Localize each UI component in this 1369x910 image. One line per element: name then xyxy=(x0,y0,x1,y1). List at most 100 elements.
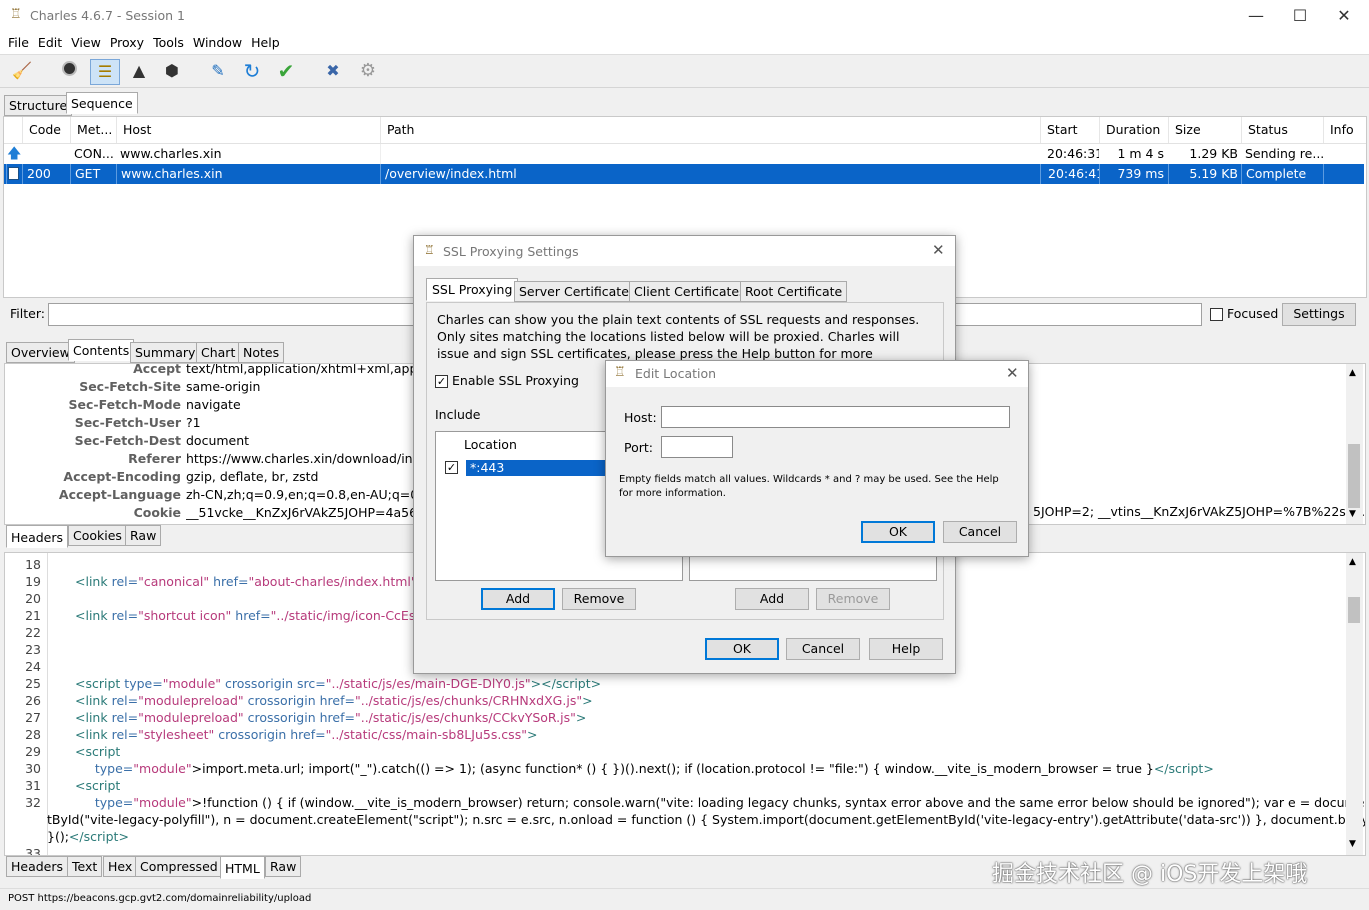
column-path[interactable]: Path xyxy=(380,117,1040,143)
upload-arrow-icon: 🡅 xyxy=(7,146,22,162)
scroll-up-icon[interactable]: ▲ xyxy=(1349,557,1356,567)
tab-response-text[interactable]: Text xyxy=(67,856,103,877)
menu-proxy[interactable]: Proxy xyxy=(106,32,149,50)
tab-response-html[interactable]: HTML xyxy=(220,856,265,879)
list-item[interactable]: Sec-Fetch-User ?1 xyxy=(5,414,415,432)
column-code[interactable]: Code xyxy=(22,117,70,143)
header-key: Accept xyxy=(133,363,181,376)
focused-label: Focused xyxy=(1227,306,1279,321)
code-line: 31 <script xyxy=(11,777,1341,794)
focused-checkbox[interactable] xyxy=(1210,308,1223,321)
record-icon[interactable] xyxy=(57,59,81,83)
list-item[interactable]: Accept text/html,application/xhtml+xml,ap… xyxy=(5,363,415,378)
exclude-remove-button[interactable]: Remove xyxy=(816,588,890,610)
column-info[interactable]: Info xyxy=(1323,117,1366,143)
exclude-add-button[interactable]: Add xyxy=(735,588,809,610)
edit-location-dialog: ♖ Edit Location ✕ Host: Port: Empty fiel… xyxy=(605,360,1029,557)
column-status[interactable]: Status xyxy=(1241,117,1323,143)
location-column-header[interactable]: Location xyxy=(464,437,517,452)
enable-ssl-checkbox[interactable]: ✓ xyxy=(435,375,448,388)
stop-icon[interactable]: ⬢ xyxy=(160,59,184,83)
turtle-icon[interactable]: ▲ xyxy=(127,59,151,83)
header-value: zh-CN,zh;q=0.9,en;q=0.8,en-AU;q=0.7,e xyxy=(186,487,414,502)
include-remove-button[interactable]: Remove xyxy=(562,588,636,610)
include-label: Include xyxy=(435,407,481,422)
menu-view[interactable]: View xyxy=(67,32,106,50)
tab-response-headers[interactable]: Headers xyxy=(6,856,69,877)
port-label: Port: xyxy=(624,440,653,455)
maximize-icon[interactable]: ☐ xyxy=(1277,4,1323,28)
tab-notes[interactable]: Notes xyxy=(238,342,285,363)
ssl-description: Charles can show you the plain text cont… xyxy=(437,312,920,361)
menu-help[interactable]: Help xyxy=(247,32,285,50)
code-line: 29 <script xyxy=(11,743,1341,760)
headers-scrollbar[interactable]: ▲ ▼ xyxy=(1346,364,1363,524)
ssl-ok-button[interactable]: OK xyxy=(705,638,779,660)
ssl-cancel-button[interactable]: Cancel xyxy=(786,638,860,660)
list-item[interactable]: Cookie __51vcke__KnZxJ6rVAkZ5JOHP=4a56498 xyxy=(5,504,415,522)
column-size[interactable]: Size xyxy=(1168,117,1241,143)
tab-overview[interactable]: Overview xyxy=(6,342,75,363)
scroll-down-icon[interactable]: ▼ xyxy=(1349,509,1356,519)
close-icon[interactable]: ✕ xyxy=(1321,4,1367,28)
list-item[interactable]: Referer https://www.charles.xin/download/… xyxy=(5,450,415,468)
list-item[interactable]: Accept-Encoding gzip, deflate, br, zstd xyxy=(5,468,415,486)
refresh-icon[interactable]: ↻ xyxy=(240,59,264,83)
column-duration[interactable]: Duration xyxy=(1099,117,1168,143)
tab-contents[interactable]: Contents xyxy=(68,339,135,361)
edit-cancel-button[interactable]: Cancel xyxy=(943,521,1017,543)
check-icon[interactable]: ✔ xyxy=(274,59,298,83)
filter-label: Filter: xyxy=(10,306,45,321)
tab-request-raw[interactable]: Raw xyxy=(125,525,162,546)
line-number: 24 xyxy=(25,659,41,674)
tab-request-headers[interactable]: Headers xyxy=(6,525,69,548)
list-item[interactable]: Sec-Fetch-Mode navigate xyxy=(5,396,415,414)
host-input[interactable] xyxy=(661,406,1010,428)
tab-chart[interactable]: Chart xyxy=(196,342,241,363)
table-row-selected[interactable]: 200 GET www.charles.xin /overview/index.… xyxy=(4,164,1364,184)
table-row[interactable]: 🡅 CON... www.charles.xin 20:46:31 1 m 4 … xyxy=(4,144,1364,164)
tab-structure[interactable]: Structure xyxy=(4,95,73,116)
menu-window[interactable]: Window xyxy=(189,32,247,50)
list-item[interactable]: Sec-Fetch-Dest document xyxy=(5,432,415,450)
list-item[interactable]: Sec-Fetch-Site same-origin xyxy=(5,378,415,396)
tab-response-raw[interactable]: Raw xyxy=(265,856,302,877)
menu-bar: File Edit View Proxy Tools Window Help xyxy=(0,32,1369,55)
response-scrollbar[interactable]: ▲ ▼ xyxy=(1346,553,1363,855)
tab-response-compressed[interactable]: Compressed xyxy=(135,856,223,877)
ssl-help-button[interactable]: Help xyxy=(869,638,943,660)
tab-ssl-proxying[interactable]: SSL Proxying xyxy=(426,278,519,301)
tab-client-certificates[interactable]: Client Certificates xyxy=(629,281,751,302)
line-number: 18 xyxy=(25,557,41,572)
header-key: Accept-Language xyxy=(58,487,181,502)
pen-icon[interactable]: ✎ xyxy=(206,59,230,83)
tab-root-certificate[interactable]: Root Certificate xyxy=(740,281,848,302)
settings-button[interactable]: Settings xyxy=(1282,303,1356,326)
close-icon[interactable]: ✕ xyxy=(932,241,945,259)
tab-server-certificates[interactable]: Server Certificates xyxy=(514,281,641,302)
tab-request-cookies[interactable]: Cookies xyxy=(68,525,127,546)
column-method[interactable]: Met... xyxy=(70,117,116,143)
scroll-down-icon[interactable]: ▼ xyxy=(1349,839,1356,849)
scroll-up-icon[interactable]: ▲ xyxy=(1349,368,1356,378)
tools-icon[interactable]: ✖ xyxy=(321,59,345,83)
menu-file[interactable]: File xyxy=(4,32,34,50)
tab-sequence[interactable]: Sequence xyxy=(66,92,138,114)
close-icon[interactable]: ✕ xyxy=(1006,364,1019,382)
edit-ok-button[interactable]: OK xyxy=(861,521,935,543)
menu-tools[interactable]: Tools xyxy=(149,32,189,50)
tab-response-hex[interactable]: Hex xyxy=(103,856,138,877)
column-host[interactable]: Host xyxy=(116,117,380,143)
minimize-icon[interactable]: — xyxy=(1233,4,1279,28)
charles-app-icon: ♖ xyxy=(10,7,22,22)
tab-summary[interactable]: Summary xyxy=(130,342,201,363)
menu-edit[interactable]: Edit xyxy=(34,32,67,50)
column-start[interactable]: Start xyxy=(1040,117,1099,143)
include-add-button[interactable]: Add xyxy=(481,588,555,610)
broom-icon[interactable]: 🧹 xyxy=(10,59,34,83)
throttle-icon[interactable]: ☰ xyxy=(90,59,120,85)
location-enabled-checkbox[interactable]: ✓ xyxy=(445,461,458,474)
gear-icon[interactable]: ⚙ xyxy=(356,59,380,83)
list-item[interactable]: Accept-Language zh-CN,zh;q=0.9,en;q=0.8,e… xyxy=(5,486,415,504)
port-input[interactable] xyxy=(661,436,733,458)
